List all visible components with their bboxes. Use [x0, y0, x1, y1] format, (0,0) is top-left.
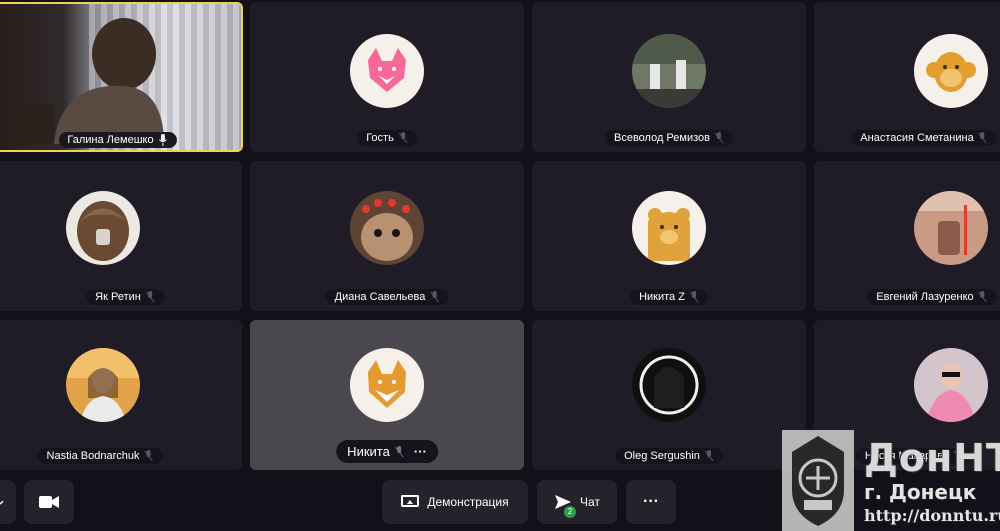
avatar-photo-icon — [350, 191, 424, 265]
microphone-muted-icon — [429, 291, 439, 303]
microphone-muted-icon — [714, 132, 724, 144]
watermark: ДонНТУ г. Донецк http://donntu.ru — [782, 430, 1000, 531]
avatar-photo-icon — [66, 191, 140, 265]
more-icon: ··· — [643, 493, 659, 510]
avatar-photo-icon — [914, 191, 988, 265]
microphone-icon — [0, 500, 4, 505]
participant-name: Гость — [366, 132, 394, 144]
participant-label: Никита ··· — [336, 440, 438, 463]
participant-tile-self[interactable]: Никита ··· — [250, 320, 524, 470]
participant-name: Евгений Лазуренко — [876, 291, 974, 303]
participant-label: Nastia Bodnarchuk — [37, 448, 163, 464]
microphone-muted-icon — [689, 291, 699, 303]
participant-name: Галина Лемешко — [67, 134, 154, 146]
participant-label: Oleg Sergushin — [615, 448, 723, 464]
participant-label: Як Ретин — [86, 289, 164, 305]
participant-name: Nastia Bodnarchuk — [46, 450, 140, 462]
participant-tile[interactable]: Никита Z — [532, 161, 806, 311]
participant-label: Никита Z — [630, 289, 708, 305]
participant-label: Диана Савельева — [325, 289, 449, 305]
participant-label: Гость — [357, 130, 417, 146]
participant-tile[interactable]: Nastia Bodnarchuk — [0, 320, 242, 470]
screen-share-icon — [401, 495, 420, 507]
chat-button[interactable]: Чат 2 — [537, 480, 617, 524]
participant-name: Никита — [347, 444, 390, 459]
microphone-toggle-button[interactable] — [0, 480, 16, 524]
microphone-muted-icon — [704, 450, 714, 462]
participant-label: Анастасия Сметанина — [851, 130, 997, 146]
avatar-photo-icon — [632, 34, 706, 108]
participant-tile[interactable]: Всеволод Ремизов — [532, 2, 806, 152]
watermark-title: ДонНТУ — [864, 436, 1000, 480]
video-person-silhouette — [14, 18, 164, 144]
participant-name: Oleg Sergushin — [624, 450, 700, 462]
microphone-muted-icon — [145, 291, 155, 303]
microphone-muted-icon — [978, 291, 988, 303]
more-options-icon[interactable]: ··· — [414, 444, 427, 459]
participant-label: Всеволод Ремизов — [604, 130, 734, 146]
chat-unread-badge: 2 — [564, 506, 576, 518]
participant-tile[interactable]: Гость — [250, 2, 524, 152]
participant-tile-video[interactable]: Галина Лемешко — [0, 2, 243, 152]
participant-label: Галина Лемешко — [58, 132, 177, 148]
avatar-photo-icon — [632, 348, 706, 422]
participant-tile[interactable]: Диана Савельева — [250, 161, 524, 311]
microphone-muted-icon — [144, 450, 153, 462]
avatar-photo-icon — [66, 348, 140, 422]
participant-tile[interactable]: Oleg Sergushin — [532, 320, 806, 470]
camera-icon — [39, 496, 59, 508]
microphone-muted-icon — [398, 132, 408, 144]
chat-label: Чат — [580, 495, 600, 509]
participant-tile[interactable]: Як Ретин — [0, 161, 242, 311]
participant-label: Евгений Лазуренко — [867, 289, 997, 305]
camera-toggle-button[interactable] — [24, 480, 74, 524]
bear-avatar-icon — [632, 191, 706, 265]
fox-avatar-icon — [350, 348, 424, 422]
more-menu-button[interactable]: ··· — [626, 480, 676, 524]
participant-name: Никита Z — [639, 291, 685, 303]
screen-share-button[interactable]: Демонстрация — [382, 480, 528, 524]
watermark-city: г. Донецк — [864, 480, 977, 504]
participant-name: Як Ретин — [95, 291, 141, 303]
participant-name: Всеволод Ремизов — [613, 132, 711, 144]
monkey-avatar-icon — [914, 34, 988, 108]
microphone-muted-icon — [394, 445, 404, 457]
avatar-photo-icon — [914, 348, 988, 422]
university-emblem-icon — [782, 430, 854, 531]
participant-tile[interactable]: Евгений Лазуренко — [814, 161, 1000, 311]
participant-name: Анастасия Сметанина — [860, 132, 974, 144]
microphone-icon — [158, 134, 167, 146]
participant-tile[interactable]: Анастасия Сметанина — [814, 2, 1000, 152]
watermark-url: http://donntu.ru — [864, 506, 1000, 525]
fox-avatar-icon — [350, 34, 424, 108]
microphone-muted-icon — [978, 132, 988, 144]
screen-share-label: Демонстрация — [427, 495, 509, 509]
participant-name: Диана Савельева — [334, 291, 426, 303]
participant-grid: Галина Лемешко Гость Всеволод Ремизов Ан… — [0, 0, 1000, 475]
